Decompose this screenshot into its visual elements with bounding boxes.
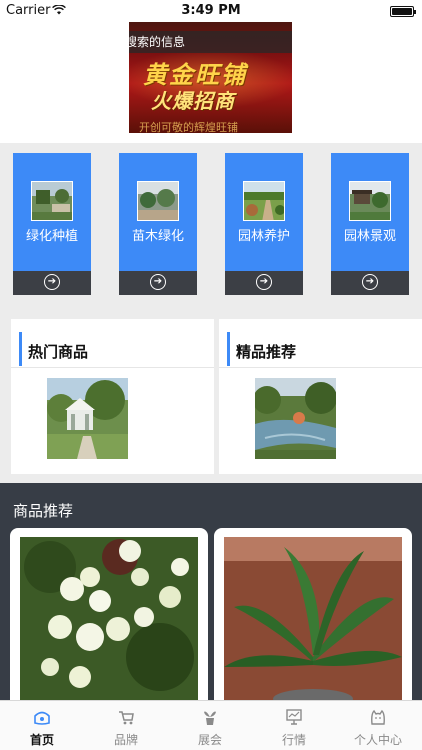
premium-picks-panel[interactable]: 精品推荐	[219, 319, 422, 474]
tab-label: 行情	[281, 733, 306, 747]
arrow-circle-icon: ➔	[150, 274, 166, 290]
banner-subheadline: 火爆招商	[151, 89, 235, 113]
hot-products-panel[interactable]: 热门商品	[11, 319, 214, 474]
home-icon	[34, 711, 50, 725]
ticket-edge	[225, 292, 303, 295]
panel-heading: 精品推荐	[236, 343, 297, 361]
category-thumbnail	[349, 181, 391, 221]
monitor-chart-icon	[286, 709, 302, 725]
product-photo[interactable]	[255, 378, 336, 459]
ticket-edge	[119, 292, 197, 295]
panel-heading: 热门商品	[28, 343, 89, 361]
category-label: 绿化种植	[25, 229, 78, 244]
battery-icon	[390, 6, 416, 17]
ticket-edge	[13, 292, 91, 295]
search-placeholder: 搜索的信息	[129, 35, 186, 49]
divider	[11, 367, 214, 368]
arrow-circle-icon: ➔	[256, 274, 272, 290]
product-card[interactable]	[214, 528, 412, 708]
profile-face-icon	[371, 709, 385, 725]
arrow-circle-icon: ➔	[362, 274, 378, 290]
accent-bar	[227, 332, 230, 366]
clock: 3:49 PM	[181, 3, 241, 18]
tab-label: 品牌	[113, 733, 138, 747]
category-card-nursery[interactable]: 苗木绿化 ➔	[119, 153, 197, 295]
tab-exhibition[interactable]: 展会	[168, 701, 252, 750]
shop-cart-icon	[119, 711, 134, 725]
category-card-landscape[interactable]: 园林景观 ➔	[331, 153, 409, 295]
product-image	[20, 537, 198, 707]
featured-section: 热门商品 精品推荐	[0, 308, 422, 483]
category-label: 园林景观	[343, 229, 396, 244]
arrow-circle-icon: ➔	[44, 274, 60, 290]
tab-label: 个人中心	[353, 733, 402, 747]
category-label: 园林养护	[237, 229, 290, 244]
divider	[219, 367, 422, 368]
home-screen: 搜索的信息 黄金旺铺 火爆招商 开创可敬的辉煌旺铺 Carrier 3:49 P…	[0, 0, 422, 750]
category-thumbnail	[31, 181, 73, 221]
promo-banner[interactable]: 搜索的信息 黄金旺铺 火爆招商 开创可敬的辉煌旺铺	[129, 9, 292, 133]
category-row: 绿化种植 ➔ 苗木绿化 ➔ 园林养护 ➔ 园林景观 ➔	[0, 143, 422, 308]
accent-bar	[19, 332, 22, 366]
section-title: 商品推荐	[13, 502, 74, 520]
product-card[interactable]	[10, 528, 208, 708]
tab-label: 首页	[29, 733, 54, 747]
category-card-maintenance[interactable]: 园林养护 ➔	[225, 153, 303, 295]
search-bar[interactable]: 搜索的信息	[129, 31, 292, 53]
product-photo[interactable]	[47, 378, 128, 459]
category-thumbnail	[243, 181, 285, 221]
plant-pot-icon	[204, 711, 216, 725]
category-label: 苗木绿化	[131, 229, 184, 244]
tab-home[interactable]: 首页	[0, 701, 84, 750]
recommend-section: 商品推荐	[0, 483, 422, 708]
tab-market[interactable]: 行情	[252, 701, 336, 750]
banner-tagline: 开创可敬的辉煌旺铺	[139, 121, 238, 133]
tab-brand[interactable]: 品牌	[84, 701, 168, 750]
ticket-edge	[331, 292, 409, 295]
tab-bar: 首页 品牌 展会 行情 个人中心	[0, 700, 422, 750]
product-image	[224, 537, 402, 707]
category-thumbnail	[137, 181, 179, 221]
tab-profile[interactable]: 个人中心	[336, 701, 420, 750]
category-card-greening[interactable]: 绿化种植 ➔	[13, 153, 91, 295]
status-bar: Carrier 3:49 PM	[0, 0, 422, 22]
tab-label: 展会	[197, 733, 222, 747]
